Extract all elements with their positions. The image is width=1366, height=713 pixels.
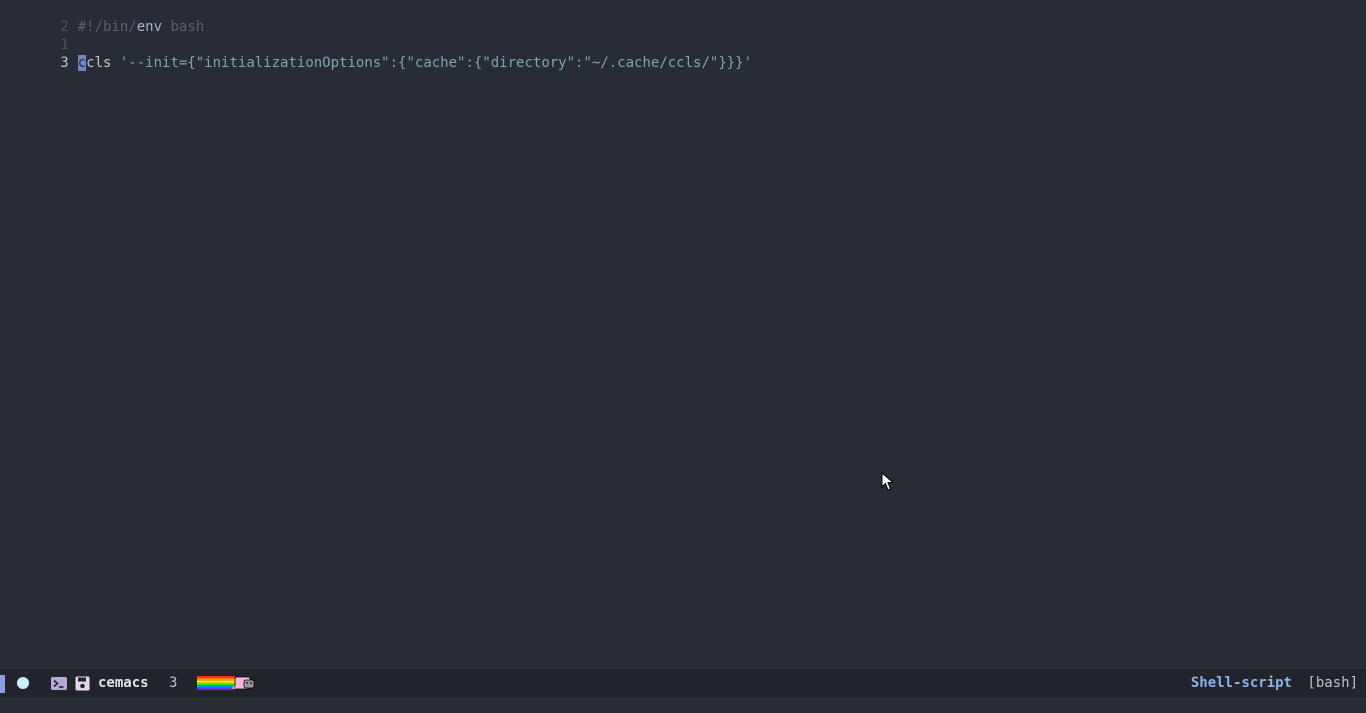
code-line-1: 1 <box>0 18 78 53</box>
command-argument-string: '--init={"initializationOptions":{"cache… <box>111 55 753 71</box>
save-icon[interactable] <box>75 676 90 691</box>
status-dot-icon <box>17 677 29 689</box>
terminal-icon <box>51 677 67 690</box>
modeline-line-number: 3 <box>169 675 178 691</box>
window-indicator <box>0 675 5 693</box>
code-line-3: 3 ccls '--init={"initializationOptions":{… <box>0 36 752 71</box>
buffer-name: cemacs <box>98 675 149 691</box>
text-cursor[interactable]: c <box>77 55 87 71</box>
shebang-env: env <box>136 19 163 35</box>
editor-buffer[interactable]: 2 #!/bin/env bash 1 3 ccls '--init={"initi… <box>0 0 1366 669</box>
current-line-number: 3 <box>60 55 69 71</box>
shebang-prefix: #!/bin/ <box>77 19 137 35</box>
code-line-2: 2 #!/bin/env bash <box>0 0 204 35</box>
nyan-cat-icon <box>197 676 255 690</box>
shebang-suffix: bash <box>162 19 205 35</box>
command-name: cls <box>86 55 112 71</box>
mode-env: [bash] <box>1307 675 1358 691</box>
mouse-pointer-icon <box>881 472 895 491</box>
minibuffer[interactable] <box>0 697 1366 713</box>
major-mode[interactable]: Shell-script <box>1191 669 1292 697</box>
mode-line: cemacs 3 Shell-script [bash] <box>0 669 1366 697</box>
